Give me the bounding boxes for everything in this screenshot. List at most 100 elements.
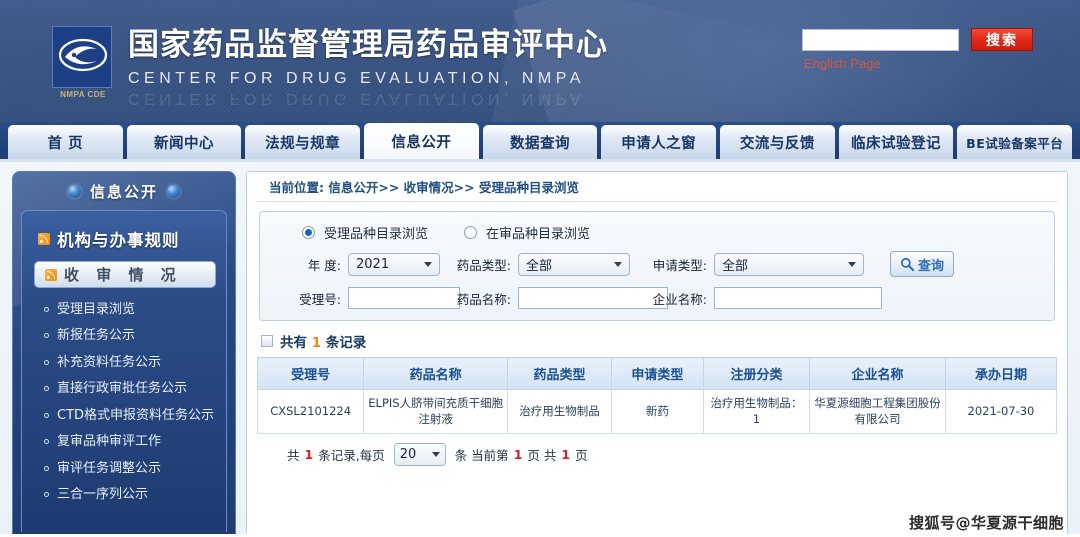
drug-type-select[interactable]: 全部 <box>518 252 630 276</box>
pager-text-1: 共 <box>287 448 300 463</box>
page-body: 信息公开 机构与办事规则 收 审 情 况 受理目录浏览 新报任务公示 补充资料任… <box>0 162 1080 534</box>
bullet-icon <box>44 465 49 471</box>
drug-type-select-value: 全部 <box>526 258 553 274</box>
sidebar-panel: 机构与办事规则 收 审 情 况 受理目录浏览 新报任务公示 补充资料任务公示 直… <box>21 210 227 532</box>
sidebar-section-title[interactable]: 机构与办事规则 <box>38 227 216 251</box>
site-title-block: 国家药品监督管理局药品审评中心 CENTER FOR DRUG EVALUATI… <box>128 26 608 107</box>
list-icon <box>261 335 273 347</box>
cell-apply-type: 新药 <box>610 389 704 434</box>
sidebar-item-label: CTD格式申报资料任务公示 <box>57 407 215 423</box>
rss-icon <box>38 233 50 245</box>
nav-item-regulations[interactable]: 法规与规章 <box>245 125 361 159</box>
bullet-icon <box>44 412 49 418</box>
year-label: 年 度: <box>307 257 341 273</box>
sidebar-item-review-variety-work[interactable]: 复审品种审评工作 <box>32 429 216 456</box>
pager-text-2: 条记录,每页 <box>318 448 385 463</box>
pager-text-5: 页 <box>575 448 588 463</box>
site-title-en-reflection: CENTER FOR DRUG EVALUATION, NMPA <box>128 89 585 107</box>
sidebar: 信息公开 机构与办事规则 收 审 情 况 受理目录浏览 新报任务公示 补充资料任… <box>12 171 236 534</box>
bullet-icon <box>44 333 49 339</box>
site-title-cn: 国家药品监督管理局药品审评中心 <box>128 27 608 63</box>
sidebar-item-review-task-adjustment[interactable]: 审评任务调整公示 <box>32 455 216 482</box>
nav-item-applicant-window[interactable]: 申请人之窗 <box>601 125 717 159</box>
bullet-icon <box>44 492 49 498</box>
pager-total-records: 1 <box>304 447 314 462</box>
chevron-down-icon <box>614 261 622 267</box>
query-button-cell: 查询 <box>872 251 1040 277</box>
sidebar-item-label: 三合一序列公示 <box>57 487 149 502</box>
watermark: 搜狐号@华夏源干细胞 <box>908 514 1064 532</box>
company-input-cell <box>714 287 882 309</box>
sidebar-item-acceptance-catalog[interactable]: 受理目录浏览 <box>32 296 216 323</box>
nav-item-home[interactable]: 首 页 <box>8 125 123 159</box>
sidebar-item-ctd-format-notice[interactable]: CTD格式申报资料任务公示 <box>32 402 216 429</box>
year-select-cell: 2021 <box>348 252 452 276</box>
accept-no-input[interactable] <box>348 287 460 309</box>
site-header: NMPA CDE 国家药品监督管理局药品审评中心 CENTER FOR DRUG… <box>0 0 1080 122</box>
search-row: 搜索 <box>802 28 1072 51</box>
rss-icon-current <box>45 268 57 281</box>
nav-item-communication-feedback[interactable]: 交流与反馈 <box>720 125 835 159</box>
english-page-link[interactable]: English Page <box>804 56 1072 71</box>
bullet-icon <box>44 439 49 445</box>
search-input[interactable] <box>802 28 959 51</box>
nav-item-news[interactable]: 新闻中心 <box>126 125 242 159</box>
radio-label: 受理品种目录浏览 <box>324 227 429 242</box>
col-date: 承办日期 <box>944 357 1058 390</box>
bullet-icon <box>44 386 49 392</box>
accept-no-input-cell <box>348 287 460 309</box>
table-header-row: 受理号 药品名称 药品类型 申请类型 注册分类 企业名称 承办日期 <box>256 357 1058 390</box>
catalog-mode-radio-group: 受理品种目录浏览 在审品种目录浏览 <box>274 221 1040 251</box>
results-table-head: 受理号 药品名称 药品类型 申请类型 注册分类 企业名称 承办日期 <box>256 357 1058 390</box>
col-apply-type: 申请类型 <box>610 357 704 390</box>
page-size-select[interactable]: 20 <box>393 443 446 466</box>
cell-date: 2021-07-30 <box>944 389 1058 434</box>
pager-text-3: 条 当前第 <box>454 448 509 463</box>
col-reg-class: 注册分类 <box>702 357 811 390</box>
year-select[interactable]: 2021 <box>348 252 440 276</box>
year-select-value: 2021 <box>356 256 390 272</box>
site-logo[interactable]: NMPA CDE 国家药品监督管理局药品审评中心 CENTER FOR DRUG… <box>52 26 608 107</box>
apply-type-select[interactable]: 全部 <box>714 252 864 276</box>
query-button[interactable]: 查询 <box>890 251 954 277</box>
sidebar-item-three-in-one-sequence[interactable]: 三合一序列公示 <box>32 482 216 509</box>
cell-drug-type: 治疗用生物制品 <box>507 389 612 434</box>
site-title-en: CENTER FOR DRUG EVALUATION, NMPA <box>128 69 585 87</box>
nav-item-data-query[interactable]: 数据查询 <box>482 125 598 159</box>
table-row[interactable]: CXSL2101224 ELPIS人脐带间充质干细胞注射液 治疗用生物制品 新药… <box>256 389 1058 434</box>
radio-button-icon[interactable] <box>302 226 315 239</box>
radio-button-icon[interactable] <box>464 226 478 239</box>
orb-right-icon <box>167 184 180 198</box>
sidebar-item-supplementary-materials-notice[interactable]: 补充资料任务公示 <box>32 349 216 376</box>
apply-type-label: 申请类型: <box>652 257 707 273</box>
record-count-row: 共有 1 条记录 <box>261 331 1057 351</box>
sidebar-item-new-task-notice[interactable]: 新报任务公示 <box>32 323 216 350</box>
radio-under-review-catalog[interactable]: 在审品种目录浏览 <box>464 223 590 242</box>
apply-type-select-value: 全部 <box>722 258 749 274</box>
nav-item-be-trial-platform[interactable]: BE试验备案平台 <box>957 125 1073 159</box>
drug-name-label: 药品名称: <box>456 291 511 307</box>
search-button[interactable]: 搜索 <box>971 28 1033 51</box>
sidebar-section-title-label: 机构与办事规则 <box>57 231 180 250</box>
radio-accepted-catalog[interactable]: 受理品种目录浏览 <box>302 223 428 242</box>
breadcrumb: 当前位置: 信息公开>> 收审情况>> 受理品种目录浏览 <box>257 172 1057 202</box>
company-input[interactable] <box>714 287 882 309</box>
nav-item-information-disclosure[interactable]: 信息公开 <box>364 123 479 159</box>
sidebar-header-label: 信息公开 <box>89 182 158 201</box>
results-table: 受理号 药品名称 药品类型 申请类型 注册分类 企业名称 承办日期 CXSL21… <box>256 357 1058 434</box>
sidebar-current-label: 收 审 情 况 <box>64 266 182 284</box>
sidebar-item-label: 补充资料任务公示 <box>57 354 162 370</box>
sidebar-item-label: 审评任务调整公示 <box>57 460 162 476</box>
sidebar-header: 信息公开 <box>21 172 227 210</box>
cell-company: 华夏源细胞工程集团股份有限公司 <box>809 389 946 434</box>
filter-form: 年 度: 2021 药品类型: 全部 申请类型: 全部 查询 受理号: 药品名称… <box>274 251 1040 309</box>
nav-item-clinical-trial-registration[interactable]: 临床试验登记 <box>838 125 954 159</box>
col-company: 企业名称 <box>809 357 946 390</box>
sidebar-item-receipt-review-status[interactable]: 收 审 情 况 <box>34 261 216 288</box>
pager-text-4: 页 共 <box>527 448 557 463</box>
sidebar-item-direct-approval-notice[interactable]: 直接行政审批任务公示 <box>32 376 216 403</box>
record-count-suffix: 条记录 <box>325 335 367 351</box>
page-size-value: 20 <box>399 447 417 462</box>
cell-accept-no: CXSL2101224 <box>256 389 365 434</box>
query-button-label: 查询 <box>917 258 944 274</box>
